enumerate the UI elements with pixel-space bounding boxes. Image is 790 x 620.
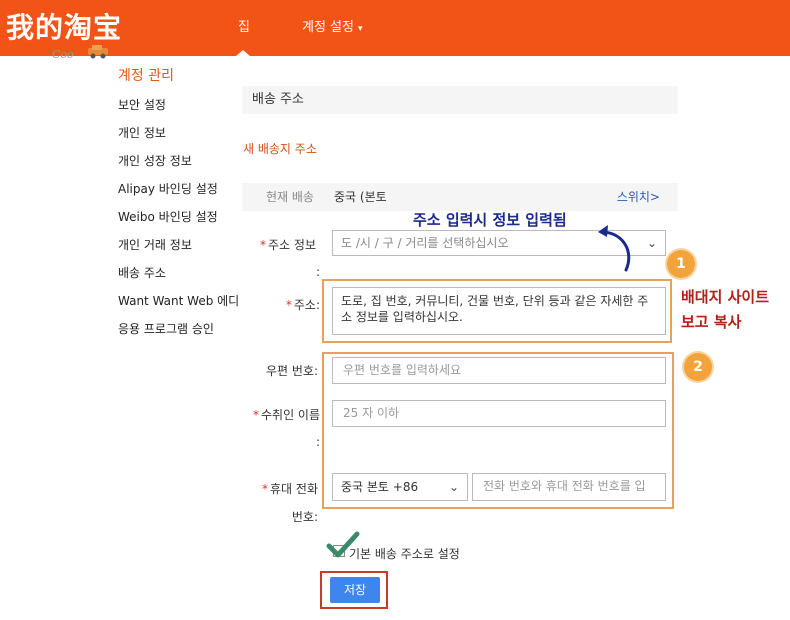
phone-label: * 휴대 전화 xyxy=(248,480,318,497)
default-address-label: 기본 배송 주소로 설정 xyxy=(349,547,460,561)
sidebar-item-growth-info[interactable]: 개인 성장 정보 xyxy=(118,152,192,169)
sidebar-item-alipay[interactable]: Alipay 바인딩 설정 xyxy=(118,180,218,197)
recipient-colon: : xyxy=(315,435,320,449)
phone-label-2: 번호: xyxy=(291,510,318,524)
annotation-note-copy-line2: 보고 복사 xyxy=(681,313,742,331)
sidebar-title: 계정 관리 xyxy=(118,68,174,84)
zip-label: 우편 번호: xyxy=(265,364,318,378)
current-shipping-value: 중국 (본토 xyxy=(334,190,387,204)
nav-account-settings[interactable]: 계정 설정 ▾ xyxy=(302,0,363,56)
sidebar-item-transactions[interactable]: 개인 거래 정보 xyxy=(118,236,192,253)
current-shipping-label: 현재 배송 xyxy=(266,190,314,204)
new-address-link[interactable]: 새 배송지 주소 xyxy=(243,140,317,157)
nav-account-settings-label: 계정 설정 xyxy=(302,20,354,35)
taobao-logo[interactable]: 我的淘宝 xyxy=(6,6,122,46)
chevron-down-icon: ⌄ xyxy=(646,236,657,250)
required-mark: * xyxy=(252,408,259,422)
logo-watermark-text: Coo xyxy=(52,48,74,61)
address-label: * 주소: xyxy=(262,296,320,313)
sidebar-item-app-approval[interactable]: 응용 프로그램 승인 xyxy=(118,320,214,337)
annotation-note-autofill: 주소 입력시 정보 입력됨 xyxy=(413,211,567,229)
region-select-placeholder: 도 /시 / 구 / 거리를 선택하십시오 xyxy=(341,236,509,250)
chevron-down-icon: ▾ xyxy=(357,24,363,34)
annotation-note-copy: 배대지 사이트 보고 복사 xyxy=(681,285,769,335)
recipient-label: * 수취인 이름 xyxy=(236,406,320,423)
address-info-label: * 주소 정보 xyxy=(250,236,316,253)
nav-home-link[interactable]: 집 xyxy=(229,0,259,56)
curved-arrow-icon xyxy=(598,225,631,272)
required-mark: * xyxy=(260,238,267,252)
sidebar-item-wangwang[interactable]: Want Want Web 에디 xyxy=(118,292,239,309)
current-shipping-row: 현재 배송 중국 (본토 스위치> xyxy=(242,183,678,211)
nav-active-caret xyxy=(236,50,250,56)
step-badge-2: 2 xyxy=(684,353,712,381)
address-info-label-text: 주소 정보 xyxy=(268,238,316,252)
switch-region-link[interactable]: 스위치> xyxy=(617,183,660,211)
sidebar-item-shipping-address[interactable]: 배송 주소 xyxy=(118,264,166,281)
annotation-note-copy-line1: 배대지 사이트 xyxy=(681,288,770,306)
required-mark: * xyxy=(285,298,292,312)
sidebar-item-weibo[interactable]: Weibo 바인딩 설정 xyxy=(118,208,218,225)
sidebar-item-security[interactable]: 보안 설정 xyxy=(118,96,166,113)
step-badge-1: 1 xyxy=(667,250,695,278)
page-title: 배송 주소 xyxy=(242,86,678,114)
phone-label-text: 휴대 전화 xyxy=(270,482,318,496)
address-label-text: 주소: xyxy=(293,298,320,312)
save-highlight-box xyxy=(320,571,388,609)
address-info-colon: : xyxy=(315,265,320,279)
car-icon xyxy=(88,45,108,59)
highlight-box-1 xyxy=(322,279,672,343)
required-mark: * xyxy=(262,482,269,496)
highlight-box-2 xyxy=(322,352,674,509)
sidebar-item-personal-info[interactable]: 개인 정보 xyxy=(118,124,166,141)
recipient-label-text: 수취인 이름 xyxy=(260,408,320,422)
